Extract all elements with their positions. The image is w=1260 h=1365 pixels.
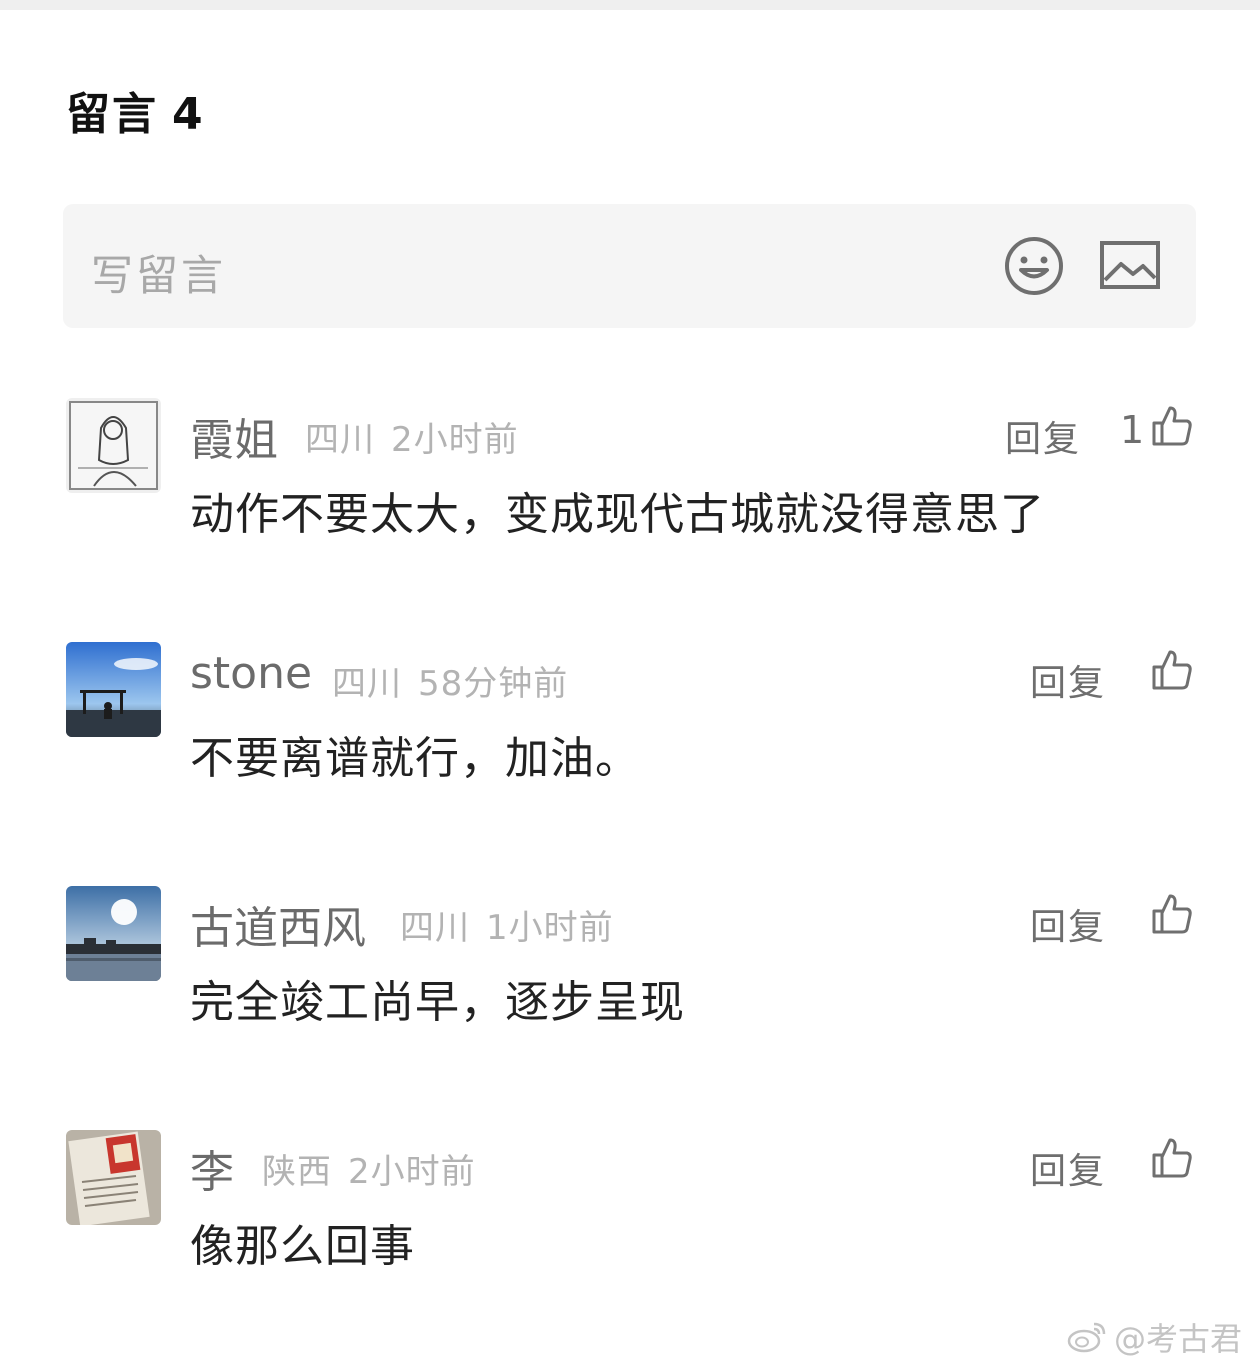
- comment-meta: 四川 1小时前: [400, 900, 614, 949]
- smiley-face-icon[interactable]: [1003, 235, 1065, 297]
- write-comment-box[interactable]: 写留言: [63, 204, 1196, 328]
- reply-button[interactable]: 回复: [1030, 1142, 1106, 1194]
- comment-item: 霞姐 四川 2小时前 回复 1 动作不要太大，变成现代古城就没得意思了: [0, 398, 1260, 598]
- weibo-watermark: @考古君: [1066, 1314, 1242, 1360]
- comment-meta: 陕西 2小时前: [262, 1144, 476, 1193]
- comment-text: 动作不要太大，变成现代古城就没得意思了: [190, 489, 1045, 540]
- like-count: 1: [1120, 408, 1145, 452]
- reply-button[interactable]: 回复: [1030, 654, 1106, 706]
- comment-location: 四川: [332, 664, 402, 704]
- commenter-name: 李: [190, 1147, 234, 1198]
- avatar[interactable]: [66, 642, 161, 737]
- thumbs-up-icon[interactable]: [1150, 648, 1194, 692]
- comment-count: 4: [172, 89, 205, 140]
- avatar[interactable]: [66, 1130, 161, 1225]
- comment-time: 2小时前: [391, 420, 519, 460]
- comment-meta: 四川 2小时前: [305, 412, 519, 461]
- reply-button[interactable]: 回复: [1005, 410, 1081, 462]
- commenter-name: 古道西风: [190, 903, 366, 954]
- avatar[interactable]: [66, 398, 161, 493]
- comment-location: 陕西: [262, 1152, 332, 1192]
- comment-time: 58分钟前: [418, 664, 569, 704]
- comment-time: 1小时前: [486, 908, 614, 948]
- comment-time: 2小时前: [348, 1152, 476, 1192]
- comment-text: 完全竣工尚早，逐步呈现: [190, 977, 685, 1028]
- comment-item: 李 陕西 2小时前 回复 像那么回事: [0, 1130, 1260, 1330]
- comments-section-title: 留言 4: [66, 78, 205, 142]
- avatar[interactable]: [66, 886, 161, 981]
- thumbs-up-icon[interactable]: [1150, 404, 1194, 448]
- comment-location: 四川: [400, 908, 470, 948]
- thumbs-up-icon[interactable]: [1150, 892, 1194, 936]
- comment-meta: 四川 58分钟前: [332, 656, 568, 705]
- section-title-label: 留言: [66, 89, 158, 140]
- watermark-text: @考古君: [1114, 1320, 1243, 1358]
- top-divider: [0, 0, 1260, 10]
- image-icon[interactable]: [1099, 240, 1161, 292]
- comment-text: 不要离谱就行，加油。: [190, 733, 640, 784]
- comment-item: stone 四川 58分钟前 回复 不要离谱就行，加油。: [0, 642, 1260, 842]
- commenter-name: 霞姐: [190, 415, 278, 466]
- write-comment-placeholder: 写留言: [91, 251, 227, 300]
- commenter-name: stone: [190, 648, 313, 699]
- thumbs-up-icon[interactable]: [1150, 1136, 1194, 1180]
- reply-button[interactable]: 回复: [1030, 898, 1106, 950]
- comment-text: 像那么回事: [190, 1221, 415, 1272]
- comment-item: 古道西风 四川 1小时前 回复 完全竣工尚早，逐步呈现: [0, 886, 1260, 1086]
- comment-location: 四川: [305, 420, 375, 460]
- weibo-icon: [1067, 1322, 1106, 1353]
